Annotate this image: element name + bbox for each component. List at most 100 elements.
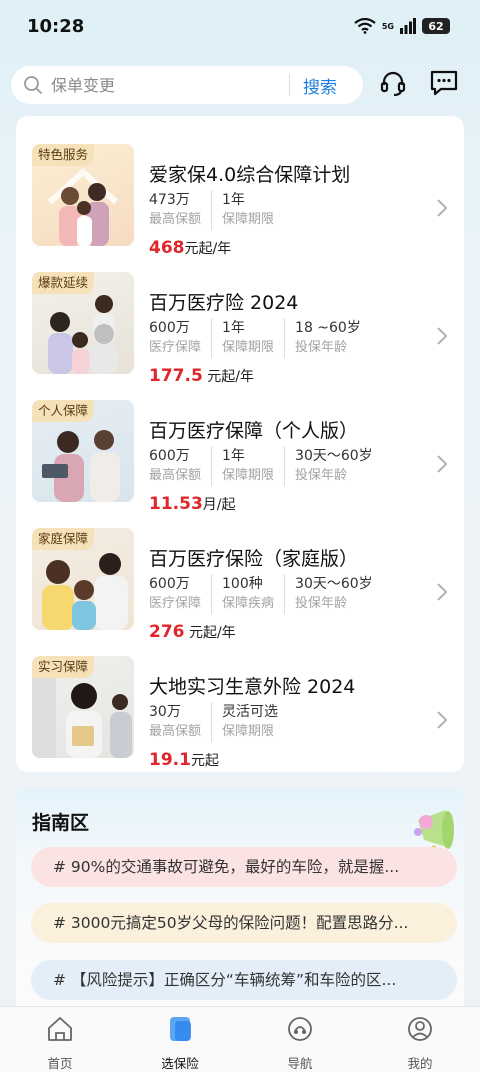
spec-item: 600万最高保额	[149, 446, 213, 486]
product-tag: 个人保障	[32, 400, 95, 422]
spec-label: 最高保额	[149, 468, 202, 483]
spec-value: 600万	[149, 448, 190, 464]
spec-label: 保障期限	[222, 340, 275, 355]
price-value: 19.1	[149, 750, 191, 770]
tab-home[interactable]: 首页	[15, 1015, 105, 1072]
product-title: 百万医疗保险（家庭版）	[149, 548, 359, 570]
product-thumbnail: 爆款延续	[32, 272, 134, 374]
product-price: 19.1元起	[149, 750, 219, 770]
price-unit: 月/起	[202, 497, 236, 513]
search-icon	[24, 76, 42, 94]
price-value: 276	[149, 622, 185, 642]
spec-item: 600万 医疗保障	[149, 318, 213, 358]
tab-label: 选保险	[161, 1056, 199, 1071]
tab-label: 我的	[407, 1056, 433, 1071]
product-specs: 600万最高保额 1年保障期限 30天～60岁 投保年龄	[149, 446, 393, 486]
spec-label: 保障期限	[222, 212, 275, 227]
product-card[interactable]: 爆款延续 百万医疗险 2024 600万 医疗保障 1年保障期限 18 ~60岁投…	[16, 260, 464, 388]
product-tag: 特色服务	[32, 144, 95, 166]
search-button[interactable]: 搜索	[303, 73, 337, 98]
signal-icon	[400, 18, 416, 34]
battery-indicator: 62	[422, 18, 450, 34]
product-card[interactable]: 个人保障 百万医疗保障（个人版） 600万最高保额 1年保障期限 30天～60岁…	[16, 388, 464, 516]
product-title: 百万医疗保障（个人版）	[149, 420, 359, 442]
spec-value: 600万	[149, 576, 190, 592]
price-value: 177.5	[149, 366, 203, 386]
battery-level: 62	[428, 19, 444, 33]
product-thumbnail: 实习保障	[32, 656, 134, 758]
product-price: 276 元起/年	[149, 622, 236, 642]
spec-item: 473万最高保额	[149, 190, 213, 230]
messages-button[interactable]	[427, 66, 461, 100]
chevron-right-icon	[437, 711, 448, 729]
spec-item: 1年保障期限	[222, 190, 284, 230]
product-list: 特色服务 爱家保4.0综合保障计划 473万 最高保额 1年 保障期限 468元起/…	[16, 116, 464, 772]
bottom-tab-bar: 首页 选保险 导航 我的	[0, 1006, 480, 1072]
tab-label: 首页	[47, 1056, 73, 1071]
product-price: 11.53月/起	[149, 494, 236, 514]
product-thumbnail: 个人保障	[32, 400, 134, 502]
spec-label: 投保年龄	[295, 340, 348, 355]
product-card[interactable]: 实习保障 大地实习生意外险 2024 30万 最高保额 灵活可选 保障期限 19.1…	[16, 644, 464, 772]
product-title: 百万医疗险 2024	[149, 292, 299, 314]
product-specs: 600万 医疗保障 1年保障期限 18 ~60岁 投保年龄	[149, 318, 381, 358]
guide-title: 指南区	[32, 812, 90, 834]
search-divider	[289, 74, 290, 96]
price-unit: 元起/年	[202, 369, 254, 385]
product-price: 468元起/年	[149, 238, 231, 258]
spec-item: 100种 保障疾病	[222, 574, 286, 614]
price-value: 468	[149, 238, 185, 258]
tab-navigation[interactable]: 导航	[255, 1015, 345, 1072]
price-unit: 元起/年	[184, 625, 236, 641]
spec-value: 18 ~60岁	[295, 320, 361, 336]
status-time: 10:28	[27, 16, 85, 37]
tab-select-insurance[interactable]: 选保险	[135, 1015, 225, 1072]
spec-item: 30万 最高保额	[149, 702, 213, 742]
spec-label: 最高保额	[149, 724, 202, 739]
tab-label: 导航	[287, 1056, 313, 1071]
wifi-icon	[354, 18, 376, 34]
product-card[interactable]: 家庭保障 百万医疗保险（家庭版） 600万 医疗保障 100种 保障疾病 30天～6…	[16, 516, 464, 644]
home-icon	[48, 1017, 72, 1041]
product-specs: 600万医疗保障 100种 保障疾病 30天～60岁 投保年龄	[149, 574, 393, 614]
spec-value: 1年	[222, 192, 245, 208]
spec-label: 医疗保障	[149, 596, 202, 611]
price-unit: 元起/年	[184, 241, 232, 257]
guide-item[interactable]: # 【风险提示】正确区分“车辆统筹”和车险的区...	[31, 960, 457, 1000]
select-insurance-icon	[170, 1017, 191, 1041]
spec-value: 1年	[222, 448, 245, 464]
guide-item[interactable]: # 90%的交通事故可避免，最好的车险，就是握...	[31, 847, 457, 887]
product-tag: 爆款延续	[32, 272, 95, 294]
message-icon	[430, 70, 458, 96]
chevron-right-icon	[437, 583, 448, 601]
spec-value: 30天～60岁	[295, 448, 373, 464]
spec-item: 600万医疗保障	[149, 574, 213, 614]
spec-value: 473万	[149, 192, 190, 208]
spec-item: 1年保障期限	[222, 446, 286, 486]
chevron-right-icon	[437, 327, 448, 345]
spec-item: 1年保障期限	[222, 318, 286, 358]
search-input[interactable]	[51, 75, 281, 95]
chevron-right-icon	[437, 199, 448, 217]
spec-label: 医疗保障	[149, 340, 202, 355]
guide-item[interactable]: # 3000元搞定50岁父母的保险问题！配置思路分...	[31, 903, 457, 943]
network-label: 5G	[381, 21, 394, 31]
status-bar: 10:28 5G 62	[0, 0, 480, 56]
tab-profile[interactable]: 我的	[375, 1015, 465, 1072]
product-card[interactable]: 特色服务 爱家保4.0综合保障计划 473万最高保额 1年保障期限 468元起/…	[16, 132, 464, 260]
product-title: 爱家保4.0综合保障计划	[149, 164, 351, 186]
customer-service-button[interactable]	[376, 66, 410, 100]
search-box[interactable]: 搜索	[11, 66, 363, 104]
product-tag: 实习保障	[32, 656, 95, 678]
spec-label: 最高保额	[149, 212, 202, 227]
spec-value: 灵活可选	[222, 704, 279, 720]
spec-value: 1年	[222, 320, 245, 336]
spec-label: 保障期限	[222, 468, 275, 483]
price-unit: 元起	[190, 753, 219, 769]
headset-icon	[380, 71, 406, 97]
spec-label: 保障疾病	[222, 596, 275, 611]
spec-item: 30天～60岁 投保年龄	[295, 574, 383, 614]
spec-label: 投保年龄	[295, 468, 348, 483]
spec-value: 30天～60岁	[295, 576, 373, 592]
spec-label: 保障期限	[222, 724, 275, 739]
